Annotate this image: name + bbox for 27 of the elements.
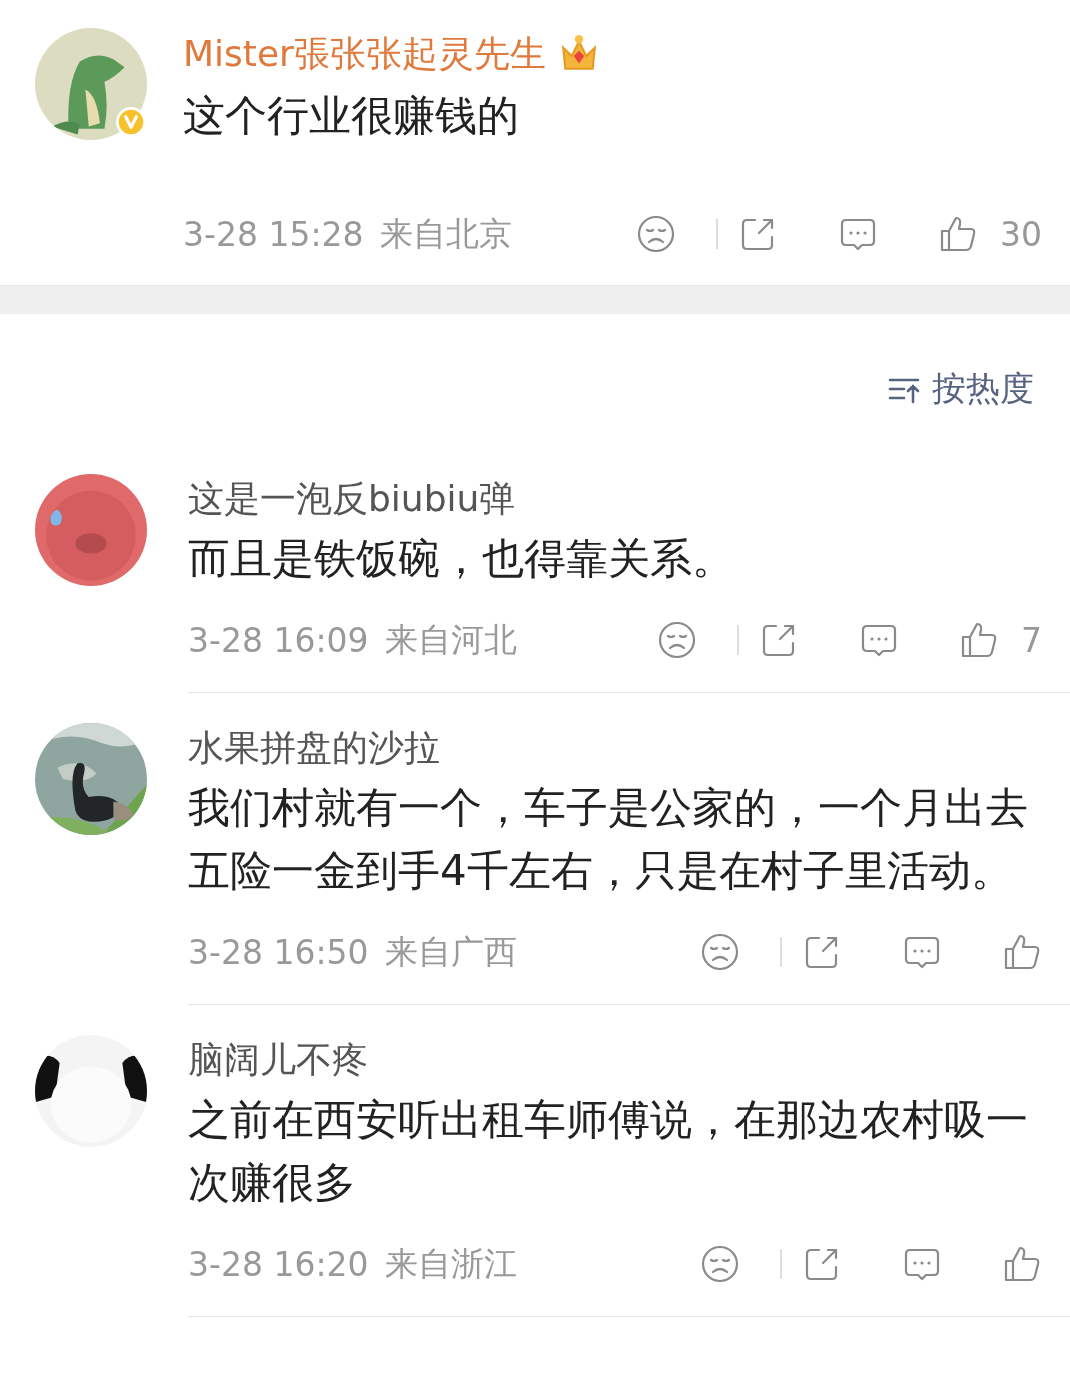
comment-location: 来自广西 bbox=[384, 930, 517, 973]
comment-text: 我们村就有一个，车子是公家的，一个月出去五险一金到手4千左右，只是在村子里活动。 bbox=[188, 782, 1029, 897]
comment-text: 这个行业很赚钱的 bbox=[183, 90, 520, 142]
comment-time: 3-28 16:09 bbox=[188, 620, 369, 660]
like-icon[interactable] bbox=[1002, 1244, 1042, 1284]
comment-location: 来自浙江 bbox=[384, 1242, 517, 1285]
comment-text: 而且是铁饭碗，也得靠关系。 bbox=[188, 533, 735, 585]
comment-time: 3-28 15:28 bbox=[183, 214, 364, 254]
sad-face-icon[interactable] bbox=[700, 1244, 740, 1284]
like-icon[interactable] bbox=[959, 620, 999, 660]
comment-time: 3-28 16:20 bbox=[188, 1244, 369, 1284]
comment-location: 来自北京 bbox=[379, 212, 512, 255]
sort-button[interactable]: 按热度 bbox=[888, 364, 1034, 414]
like-icon[interactable] bbox=[1002, 932, 1042, 972]
username: 脑阔儿不疼 bbox=[188, 1038, 369, 1082]
like-count: 7 bbox=[1021, 620, 1042, 660]
username: 这是一泡反biubiu弹 bbox=[188, 477, 517, 521]
sad-face-icon[interactable] bbox=[657, 620, 697, 660]
username: 水果拼盘的沙拉 bbox=[188, 726, 441, 770]
sad-face-icon[interactable] bbox=[700, 932, 740, 972]
comment-text: 之前在西安听出租车师傅说，在那边农村吸一次赚很多 bbox=[188, 1094, 1029, 1209]
comment-location: 来自河北 bbox=[384, 618, 517, 661]
username: Mister張张张起灵先生 bbox=[183, 31, 546, 76]
comment-time: 3-28 16:50 bbox=[188, 932, 369, 972]
like-icon[interactable] bbox=[938, 214, 978, 254]
sad-face-icon[interactable] bbox=[636, 214, 676, 254]
like-count: 30 bbox=[1000, 214, 1042, 254]
